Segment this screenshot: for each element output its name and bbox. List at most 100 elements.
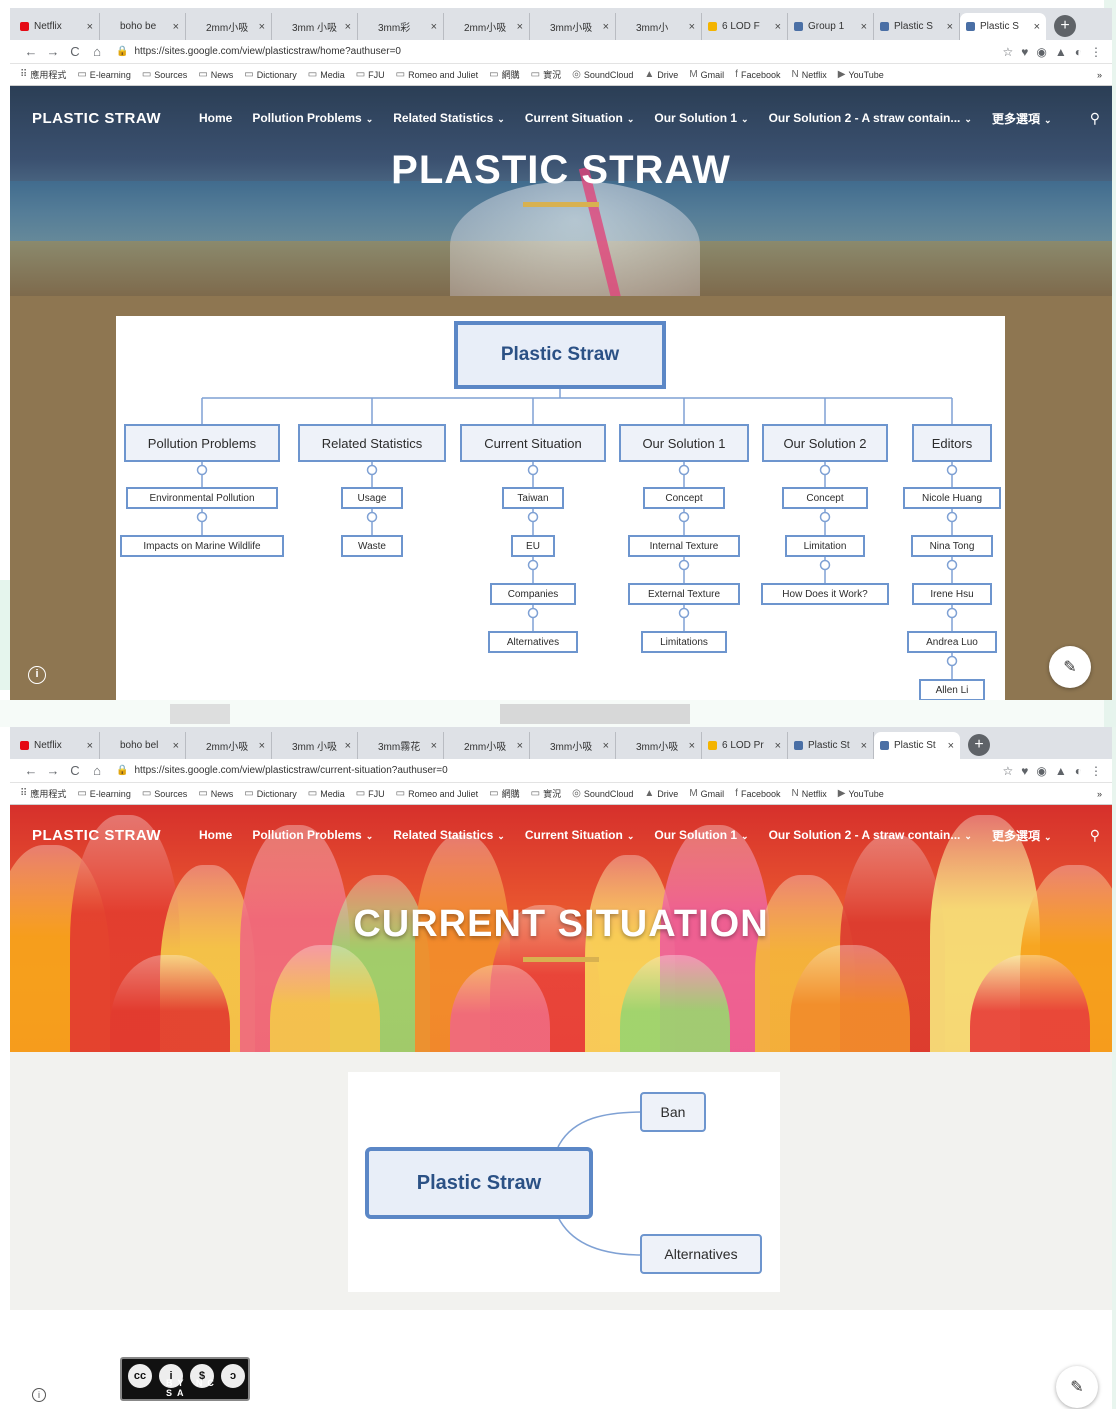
collapse-toggle-icon[interactable]: [196, 511, 208, 523]
nav-item[interactable]: Our Solution 2 - A straw contain... ⌄: [769, 828, 972, 842]
close-icon[interactable]: ×: [431, 740, 437, 752]
collapse-toggle-icon[interactable]: [819, 464, 831, 476]
url-field[interactable]: 🔒 https://sites.google.com/view/plasticst…: [116, 765, 1002, 776]
extension-icon[interactable]: ▲: [1055, 45, 1067, 59]
browser-tab[interactable]: boho be ×: [100, 13, 186, 40]
browser-tab[interactable]: 6 LOD F ×: [702, 13, 788, 40]
extension-icon[interactable]: ⋮: [1090, 45, 1102, 59]
bookmark-item[interactable]: ▭ E-learning: [77, 788, 130, 799]
browser-tab[interactable]: 3mm小吸 ×: [530, 732, 616, 759]
bookmark-item[interactable]: ◎ SoundCloud: [572, 69, 633, 80]
browser-tab[interactable]: Plastic S ×: [960, 13, 1046, 40]
bookmark-item[interactable]: ▭ Dictionary: [244, 69, 296, 80]
new-tab-button[interactable]: +: [968, 734, 990, 756]
nav-item[interactable]: Pollution Problems ⌄: [252, 111, 373, 125]
bookmark-item[interactable]: ▭ FJU: [356, 69, 385, 80]
extension-icon[interactable]: ⋮: [1090, 764, 1102, 778]
bookmark-item[interactable]: N Netflix: [791, 788, 826, 799]
nav-item[interactable]: Pollution Problems ⌄: [252, 828, 373, 842]
bookmark-item[interactable]: M Gmail: [689, 69, 724, 80]
browser-tab[interactable]: Plastic St ×: [788, 732, 874, 759]
browser-tab[interactable]: 3mm小 ×: [616, 13, 702, 40]
bookmark-item[interactable]: N Netflix: [791, 69, 826, 80]
collapse-toggle-icon[interactable]: [819, 511, 831, 523]
cc-license-badge[interactable]: cc i $ ↄ BY NC SA: [120, 1357, 250, 1401]
browser-tab[interactable]: 3mm 小吸 ×: [272, 13, 358, 40]
bookmark-item[interactable]: ▭ FJU: [356, 788, 385, 799]
collapse-toggle-icon[interactable]: [946, 559, 958, 571]
bookmark-item[interactable]: ⠿ 應用程式: [20, 68, 66, 81]
nav-item[interactable]: Our Solution 2 - A straw contain... ⌄: [769, 111, 972, 125]
nav-item[interactable]: Related Statistics ⌄: [393, 111, 505, 125]
close-icon[interactable]: ×: [775, 740, 781, 752]
site-logo[interactable]: PLASTIC STRAW: [32, 110, 161, 127]
browser-tab[interactable]: 2mm小吸 ×: [186, 13, 272, 40]
browser-tab[interactable]: 3mm霧花 ×: [358, 732, 444, 759]
search-icon[interactable]: ⚲: [1090, 827, 1100, 844]
close-icon[interactable]: ×: [87, 740, 93, 752]
bookmark-item[interactable]: ▭ E-learning: [77, 69, 130, 80]
bookmark-item[interactable]: f Facebook: [735, 788, 780, 799]
bookmark-item[interactable]: ▭ News: [198, 788, 233, 799]
close-icon[interactable]: ×: [431, 21, 437, 33]
bookmark-item[interactable]: M Gmail: [689, 788, 724, 799]
browser-tab[interactable]: 3mm小吸 ×: [530, 13, 616, 40]
close-icon[interactable]: ×: [259, 740, 265, 752]
bookmark-item[interactable]: ▭ Dictionary: [244, 788, 296, 799]
bookmark-item[interactable]: ▭ 實況: [531, 787, 561, 800]
browser-tab[interactable]: Group 1 ×: [788, 13, 874, 40]
bookmark-item[interactable]: ⠿ 應用程式: [20, 787, 66, 800]
bookmark-item[interactable]: ▭ Sources: [142, 788, 187, 799]
nav-item[interactable]: 更多選項 ⌄: [992, 110, 1052, 127]
close-icon[interactable]: ×: [345, 740, 351, 752]
close-icon[interactable]: ×: [517, 21, 523, 33]
close-icon[interactable]: ×: [948, 740, 954, 752]
home-icon[interactable]: ⌂: [86, 44, 108, 59]
extension-icon[interactable]: ◐: [1075, 45, 1082, 59]
extension-icon[interactable]: ▲: [1055, 764, 1067, 778]
bookmarks-more-icon[interactable]: »: [1097, 70, 1102, 80]
bookmark-item[interactable]: f Facebook: [735, 69, 780, 80]
bookmark-item[interactable]: ▭ 網購: [489, 787, 519, 800]
extension-icon[interactable]: ◉: [1036, 764, 1046, 778]
close-icon[interactable]: ×: [345, 21, 351, 33]
bookmark-item[interactable]: ▭ Media: [308, 69, 345, 80]
close-icon[interactable]: ×: [861, 21, 867, 33]
bookmark-item[interactable]: ▭ Romeo and Juliet: [396, 788, 479, 799]
bookmark-item[interactable]: ▭ Sources: [142, 69, 187, 80]
info-icon[interactable]: i: [28, 666, 46, 684]
close-icon[interactable]: ×: [603, 21, 609, 33]
collapse-toggle-icon[interactable]: [678, 464, 690, 476]
bookmark-item[interactable]: ▲ Drive: [644, 69, 678, 80]
collapse-toggle-icon[interactable]: [366, 464, 378, 476]
browser-tab[interactable]: 2mm小吸 ×: [444, 13, 530, 40]
url-field[interactable]: 🔒 https://sites.google.com/view/plasticst…: [116, 46, 1002, 57]
close-icon[interactable]: ×: [603, 740, 609, 752]
nav-item[interactable]: Home: [199, 111, 232, 125]
bookmark-item[interactable]: ▲ Drive: [644, 788, 678, 799]
collapse-toggle-icon[interactable]: [819, 559, 831, 571]
site-logo[interactable]: PLASTIC STRAW: [32, 827, 161, 844]
reload-icon[interactable]: C: [64, 44, 86, 59]
collapse-toggle-icon[interactable]: [946, 464, 958, 476]
extension-icon[interactable]: ◉: [1036, 45, 1046, 59]
close-icon[interactable]: ×: [173, 740, 179, 752]
browser-tab[interactable]: Netflix ×: [14, 732, 100, 759]
home-icon[interactable]: ⌂: [86, 763, 108, 778]
collapse-toggle-icon[interactable]: [678, 511, 690, 523]
close-icon[interactable]: ×: [259, 21, 265, 33]
browser-tab[interactable]: Plastic St ×: [874, 732, 960, 759]
nav-item[interactable]: Current Situation ⌄: [525, 828, 635, 842]
collapse-toggle-icon[interactable]: [946, 511, 958, 523]
collapse-toggle-icon[interactable]: [196, 464, 208, 476]
bookmark-item[interactable]: ◎ SoundCloud: [572, 788, 633, 799]
bookmarks-more-icon[interactable]: »: [1097, 789, 1102, 799]
close-icon[interactable]: ×: [689, 740, 695, 752]
extension-icon[interactable]: ♥: [1021, 764, 1028, 778]
nav-item[interactable]: Home: [199, 828, 232, 842]
close-icon[interactable]: ×: [861, 740, 867, 752]
edit-button[interactable]: ✎: [1049, 646, 1091, 688]
extension-icon[interactable]: ☆: [1002, 45, 1013, 59]
bookmark-item[interactable]: ▭ Media: [308, 788, 345, 799]
collapse-toggle-icon[interactable]: [527, 464, 539, 476]
